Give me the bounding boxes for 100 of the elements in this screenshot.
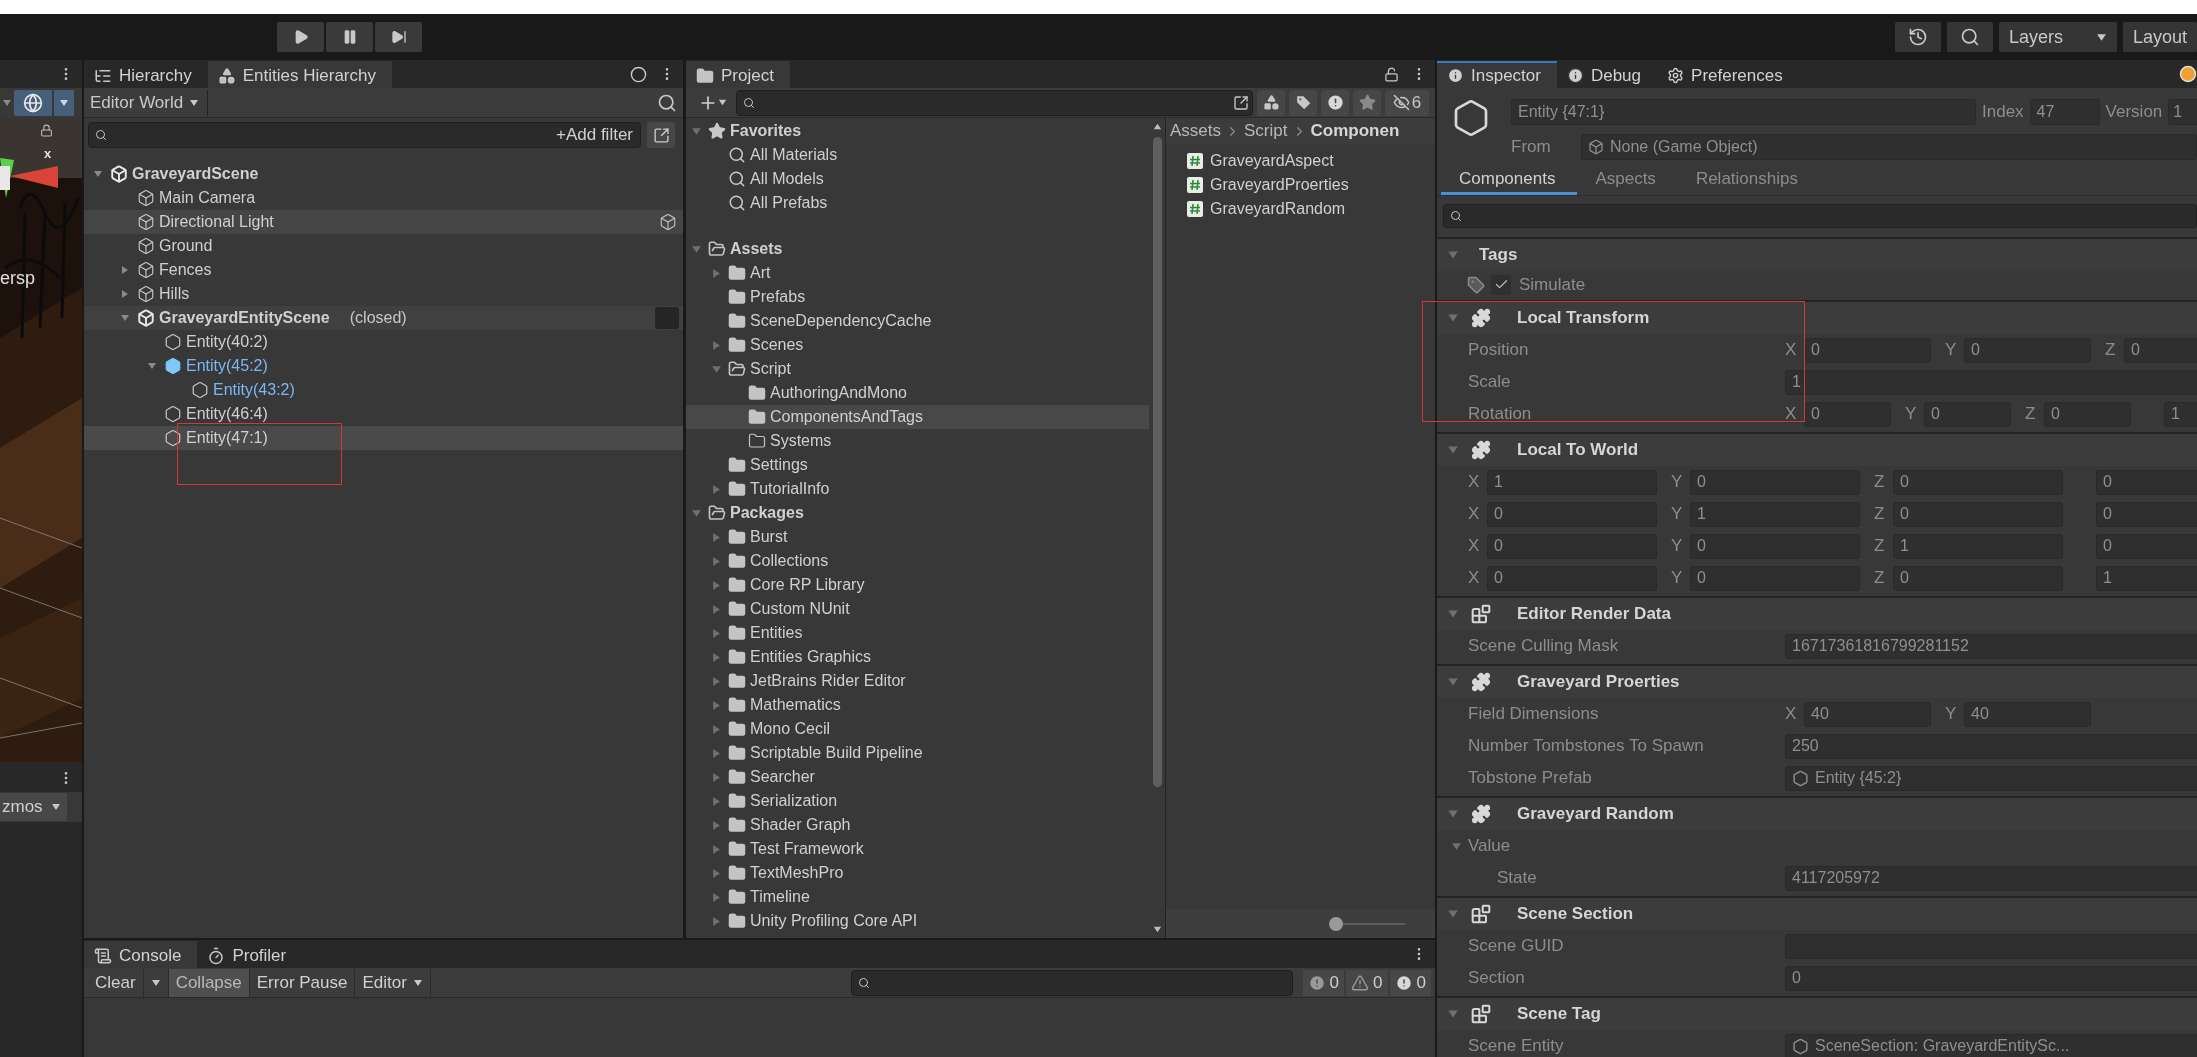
item-label[interactable]: Entity(45:2): [186, 357, 268, 375]
number-field[interactable]: 0: [1893, 501, 2063, 527]
value-field[interactable]: 0: [1785, 965, 2197, 991]
value-field[interactable]: 4117205972: [1785, 865, 2197, 891]
expand-arrow[interactable]: [710, 651, 722, 663]
expand-arrow[interactable]: [710, 483, 722, 495]
alert-filter-button[interactable]: [1321, 89, 1349, 116]
item-label[interactable]: Burst: [750, 528, 788, 546]
expand-arrow[interactable]: [710, 627, 722, 639]
number-field[interactable]: 0: [1487, 565, 1657, 591]
number-field[interactable]: 1: [1893, 533, 2063, 559]
number-field[interactable]: 0: [1487, 533, 1657, 559]
panel-tab[interactable]: Entities Hierarchy: [207, 61, 392, 88]
expand-arrow[interactable]: [1447, 908, 1459, 920]
section-header[interactable]: Local To World: [1437, 432, 2197, 466]
panel-tab[interactable]: Inspector: [1437, 61, 1557, 88]
tree-row[interactable]: ComponentsAndTags: [686, 405, 1149, 429]
layers-dropdown[interactable]: Layers: [1998, 22, 2117, 52]
item-label[interactable]: Main Camera: [159, 189, 256, 207]
number-field[interactable]: 0: [2096, 533, 2197, 559]
item-label[interactable]: Mono Cecil: [750, 720, 831, 738]
scroll-down-icon[interactable]: [1152, 925, 1162, 934]
zoom-slider[interactable]: [1329, 917, 1405, 931]
item-label[interactable]: Core RP Library: [750, 576, 865, 594]
item-label[interactable]: Ground: [159, 237, 213, 255]
item-label[interactable]: Art: [750, 264, 771, 282]
scroll-up-icon[interactable]: [1152, 122, 1162, 131]
section-header[interactable]: Graveyard Random: [1437, 796, 2197, 830]
breadcrumb-item[interactable]: Componen: [1310, 121, 1400, 141]
favorite-button[interactable]: [1353, 89, 1381, 116]
dropdown-button[interactable]: [54, 90, 74, 116]
item-label[interactable]: Entities: [750, 624, 803, 642]
scrollbar-thumb[interactable]: [1152, 137, 1162, 787]
view-tab[interactable]: Aspects: [1577, 166, 1678, 195]
section-header[interactable]: Tags: [1437, 237, 2197, 271]
expand-arrow[interactable]: [1451, 840, 1462, 852]
type-filter-button[interactable]: [1257, 89, 1285, 116]
step-button[interactable]: [375, 22, 422, 52]
world-dropdown[interactable]: Editor World: [90, 89, 209, 116]
expand-arrow[interactable]: [710, 579, 722, 591]
name-field[interactable]: Entity {47:1}: [1511, 98, 1976, 125]
play-button[interactable]: [277, 22, 324, 52]
item-label[interactable]: GraveyardEntityScene: [159, 309, 330, 327]
item-label[interactable]: SceneDependencyCache: [750, 312, 932, 330]
expand-arrow[interactable]: [710, 891, 722, 903]
item-label[interactable]: Entity(46:4): [186, 405, 268, 423]
layout-dropdown[interactable]: Layout: [2122, 22, 2197, 52]
expand-arrow[interactable]: [1447, 312, 1459, 324]
toggle-button[interactable]: Collapse: [168, 968, 250, 997]
item-label[interactable]: Entity(43:2): [213, 381, 295, 399]
expand-arrow[interactable]: [710, 723, 722, 735]
item-label[interactable]: Unity Profiling Core API: [750, 912, 918, 930]
number-field[interactable]: 1: [1690, 501, 1860, 527]
item-label[interactable]: Script: [750, 360, 791, 378]
expand-arrow[interactable]: [690, 507, 702, 519]
item-label[interactable]: Scenes: [750, 336, 804, 354]
expand-arrow[interactable]: [710, 795, 722, 807]
expand-arrow[interactable]: [690, 125, 702, 137]
popout-button[interactable]: [647, 122, 675, 148]
expand-arrow[interactable]: [710, 747, 722, 759]
file-label[interactable]: GraveyardRandom: [1210, 200, 1346, 218]
expand-arrow[interactable]: [710, 531, 722, 543]
item-label[interactable]: Hills: [159, 285, 190, 303]
item-label[interactable]: ComponentsAndTags: [770, 408, 923, 426]
number-field[interactable]: 0: [2044, 401, 2131, 427]
item-label[interactable]: Timeline: [750, 888, 810, 906]
number-field[interactable]: 0: [1487, 501, 1657, 527]
item-label[interactable]: Test Framework: [750, 840, 864, 858]
toggle-button[interactable]: Error Pause: [249, 968, 356, 997]
search-button[interactable]: [1946, 22, 1993, 52]
item-label[interactable]: Shader Graph: [750, 816, 851, 834]
expand-arrow[interactable]: [1447, 676, 1459, 688]
record-icon[interactable]: [2179, 65, 2197, 83]
tree-row[interactable]: GraveyardEntityScene (closed): [84, 306, 683, 330]
search-field[interactable]: [850, 969, 1293, 996]
search-field[interactable]: +Add filter: [88, 122, 641, 148]
number-field[interactable]: 0: [1690, 565, 1860, 591]
item-label[interactable]: Custom NUnit: [750, 600, 850, 618]
lock-icon[interactable]: [40, 124, 53, 137]
expand-arrow[interactable]: [710, 555, 722, 567]
section-header[interactable]: Local Transform: [1437, 300, 2197, 334]
editor-dropdown[interactable]: Editor: [355, 968, 431, 997]
number-field[interactable]: 0: [2096, 501, 2197, 527]
section-header[interactable]: Graveyard Proerties: [1437, 664, 2197, 698]
file-label[interactable]: GraveyardAspect: [1210, 152, 1334, 170]
number-field[interactable]: 0: [1893, 565, 2063, 591]
item-label[interactable]: Systems: [770, 432, 832, 450]
item-label[interactable]: Mathematics: [750, 696, 841, 714]
item-label[interactable]: Assets: [730, 240, 783, 258]
item-label[interactable]: Serialization: [750, 792, 838, 810]
item-label[interactable]: GraveyardScene: [132, 165, 259, 183]
item-label[interactable]: All Prefabs: [750, 194, 828, 212]
item-label[interactable]: All Models: [750, 170, 824, 188]
value-field[interactable]: 16717361816799281152: [1785, 633, 2197, 659]
add-filter-button[interactable]: +Add filter: [552, 125, 637, 145]
circle-icon[interactable]: [630, 65, 647, 83]
counter-toggle[interactable]: 0: [1302, 969, 1345, 996]
number-field[interactable]: 40: [1804, 701, 1931, 727]
search-field[interactable]: [1443, 204, 2197, 228]
search-field[interactable]: [736, 89, 1253, 116]
